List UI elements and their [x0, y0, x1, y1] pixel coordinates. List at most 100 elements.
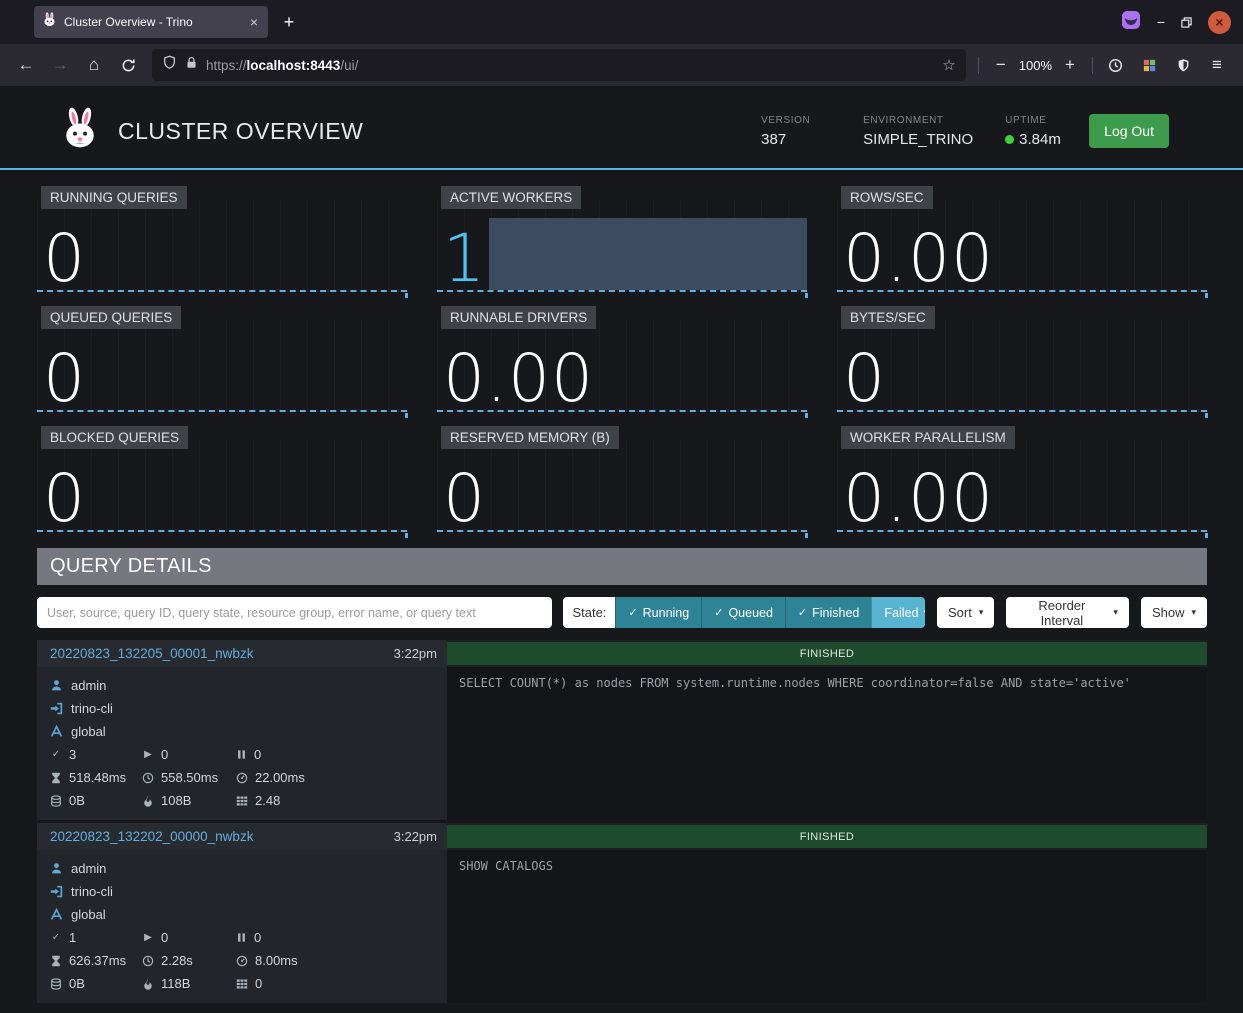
stat-tile-bytes-sec: BYTES/SEC 0: [837, 306, 1207, 412]
page-header: CLUSTER OVERVIEW VERSION 387 ENVIRONMENT…: [0, 86, 1243, 170]
toolbar-divider: [978, 57, 979, 74]
tab-close-icon[interactable]: ×: [248, 14, 260, 30]
state-failed-dropdown[interactable]: Failed▾: [871, 597, 925, 628]
stat-label: RESERVED MEMORY (B): [441, 426, 619, 449]
reload-button[interactable]: [112, 49, 144, 81]
query-id-link[interactable]: 20220823_132202_00000_nwbzk: [50, 829, 253, 844]
back-button[interactable]: ←: [10, 49, 42, 81]
minimize-button[interactable]: −: [1157, 14, 1165, 30]
trino-logo[interactable]: [58, 107, 102, 156]
flame-icon: [142, 978, 154, 990]
hourglass-icon: [50, 772, 62, 784]
stat-tile-queued-queries: QUEUED QUERIES 0: [37, 306, 407, 412]
forward-button[interactable]: →: [44, 49, 76, 81]
extension-pinwheel-icon[interactable]: [1133, 49, 1165, 81]
grid-icon: [236, 795, 248, 807]
query-sql-panel: SHOW CATALOGS: [447, 850, 1207, 1003]
version-value: 387: [761, 131, 831, 148]
query-sql-panel: SELECT COUNT(*) as nodes FROM system.run…: [447, 667, 1207, 820]
stat-tile-runnable-drivers: RUNNABLE DRIVERS 0.00: [437, 306, 807, 412]
query-header-left: 20220823_132202_00000_nwbzk 3:22pm: [37, 823, 447, 850]
play-icon: ▶: [142, 749, 154, 760]
chevron-down-icon: ▾: [1191, 608, 1196, 617]
show-dropdown[interactable]: Show▾: [1141, 597, 1207, 628]
query-time: 3:22pm: [394, 646, 437, 661]
query-header-left: 20220823_132205_00001_nwbzk 3:22pm: [37, 640, 447, 667]
stat-label: ACTIVE WORKERS: [441, 186, 581, 209]
state-queued-button[interactable]: ✓Queued: [701, 597, 785, 628]
pause-icon: [236, 749, 247, 760]
sparkline: [37, 320, 407, 412]
restore-button[interactable]: [1181, 17, 1192, 28]
logout-button[interactable]: Log Out: [1089, 114, 1169, 148]
zoom-level[interactable]: 100%: [1019, 58, 1052, 73]
url-bar[interactable]: https://localhost:8443/ui/ ☆: [152, 49, 966, 81]
uptime-value: 3.84m: [1019, 131, 1061, 148]
pause-icon: [236, 932, 247, 943]
query-details-header: QUERY DETAILS: [37, 548, 1207, 585]
state-finished-button[interactable]: ✓Finished: [785, 597, 871, 628]
query-resource-group: global: [71, 907, 106, 922]
home-button[interactable]: ⌂: [78, 49, 110, 81]
database-icon: [50, 978, 62, 990]
stat-value: 0: [43, 348, 86, 411]
check-icon: ✓: [50, 932, 62, 943]
wall-time: 2.28s: [161, 953, 193, 968]
cpu-gauge-icon: [236, 772, 248, 784]
new-tab-button[interactable]: +: [274, 7, 304, 37]
check-icon: ✓: [714, 606, 723, 619]
version-meta: VERSION 387: [761, 115, 831, 148]
stat-value: 0.00: [443, 348, 594, 411]
bookmark-star-icon[interactable]: ☆: [942, 56, 955, 74]
uptime-status-dot: [1005, 135, 1014, 144]
menu-icon[interactable]: ≡: [1201, 49, 1233, 81]
browser-tab[interactable]: Cluster Overview - Trino ×: [34, 6, 268, 38]
splits-completed: 3: [69, 747, 76, 762]
database-icon: [50, 795, 62, 807]
close-button[interactable]: ×: [1208, 11, 1231, 34]
query-meta-panel: admin trino-cli global ✓3 ▶0 0 518.48ms …: [37, 667, 447, 820]
stat-tile-worker-parallelism: WORKER PARALLELISM 0.00: [837, 426, 1207, 532]
current-memory: 0B: [69, 976, 85, 991]
lock-icon[interactable]: [185, 56, 198, 74]
query-status-bar: FINISHED: [447, 825, 1207, 848]
query-filter-input[interactable]: [37, 597, 552, 628]
cpu-gauge-icon: [236, 955, 248, 967]
current-memory: 0B: [69, 793, 85, 808]
browser-nav-bar: ← → ⌂ https://localhost:8443/ui/ ☆ − 100…: [0, 44, 1243, 86]
query-card: 20220823_132202_00000_nwbzk 3:22pm FINIS…: [37, 823, 1207, 1003]
stat-label: ROWS/SEC: [841, 186, 933, 209]
parallelism: 0: [255, 976, 262, 991]
splits-queued: 0: [254, 930, 261, 945]
tracking-shield-icon[interactable]: [162, 55, 177, 75]
history-icon[interactable]: [1099, 49, 1131, 81]
sparkline: [37, 200, 407, 292]
cluster-stats-grid: RUNNING QUERIES 0 ACTIVE WORKERS 1 ROWS/…: [37, 186, 1207, 532]
stat-label: BLOCKED QUERIES: [41, 426, 188, 449]
container-extension-icon[interactable]: [1121, 10, 1141, 35]
protections-shield-icon[interactable]: [1167, 49, 1199, 81]
reorder-interval-dropdown[interactable]: Reorder Interval▾: [1006, 597, 1129, 628]
query-source: trino-cli: [71, 701, 113, 716]
query-sql-text: SHOW CATALOGS: [447, 850, 1207, 882]
wall-time: 558.50ms: [161, 770, 218, 785]
environment-value: SIMPLE_TRINO: [863, 131, 973, 148]
sort-dropdown[interactable]: Sort▾: [937, 597, 994, 628]
state-running-button[interactable]: ✓Running: [615, 597, 701, 628]
stat-label: BYTES/SEC: [841, 306, 935, 329]
trino-favicon: [42, 12, 57, 32]
stat-tile-reserved-memory: RESERVED MEMORY (B) 0: [437, 426, 807, 532]
stat-value: 1: [443, 228, 486, 291]
query-user: admin: [71, 678, 106, 693]
window-controls: − ×: [1121, 10, 1243, 35]
zoom-in-button[interactable]: +: [1058, 49, 1082, 81]
source-icon: [50, 885, 63, 898]
query-progress-track: FINISHED: [447, 823, 1207, 850]
check-icon: ✓: [628, 606, 637, 619]
cumulative-memory: 108B: [161, 793, 191, 808]
stat-tile-rows-sec: ROWS/SEC 0.00: [837, 186, 1207, 292]
environment-meta: ENVIRONMENT SIMPLE_TRINO: [863, 115, 973, 148]
zoom-out-button[interactable]: −: [989, 49, 1013, 81]
clock-icon: [142, 772, 154, 784]
query-id-link[interactable]: 20220823_132205_00001_nwbzk: [50, 646, 253, 661]
